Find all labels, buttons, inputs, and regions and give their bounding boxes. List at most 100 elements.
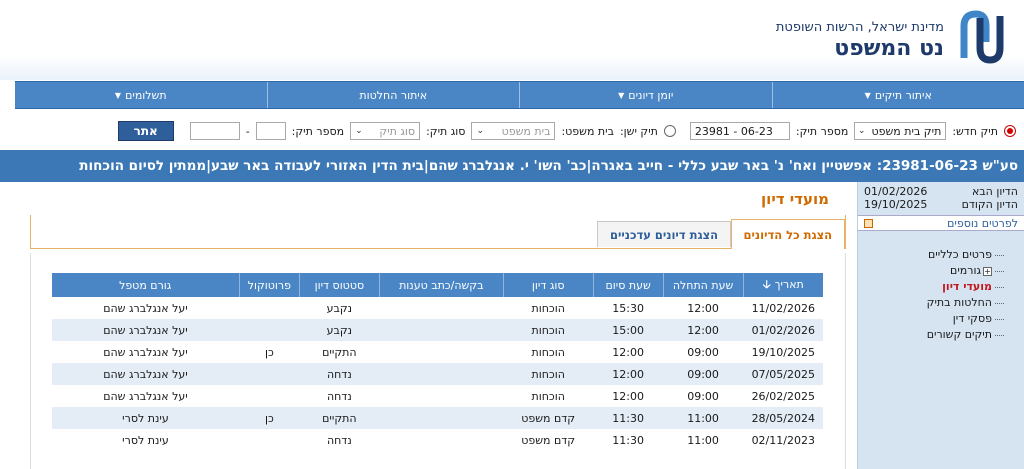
table-cell: קדם משפט xyxy=(521,433,576,447)
column-header-handler[interactable]: גורם מטפל xyxy=(51,273,240,297)
site-subtitle: מדינת ישראל, הרשות השופטת xyxy=(775,20,944,35)
new-case-label: תיק חדש: xyxy=(952,124,998,138)
nav-case-search[interactable]: איתור תיקים ▼ xyxy=(771,82,1024,108)
column-header-date[interactable]: תאריך🡣 xyxy=(742,273,823,297)
table-row[interactable]: 01/02/2026 12:00 15:00 הוכחות נקבע יעל אנגלבר… xyxy=(51,319,823,341)
caret-down-icon: ▼ xyxy=(114,90,122,100)
hearings-table-container: תאריך🡣 שעת התחלה שעת סיום סוג דיון בקשה/… xyxy=(30,253,846,469)
table-row[interactable]: 28/05/2024 11:00 11:30 קדם משפט התקיים כן עינת… xyxy=(51,407,823,429)
table-cell: 15:30 xyxy=(612,301,644,315)
table-cell xyxy=(239,385,299,407)
table-cell: יעל אנגלברג שהם xyxy=(51,319,240,341)
table-row[interactable]: 02/11/2023 11:00 11:30 קדם משפט נדחה עינת לסר… xyxy=(52,429,824,451)
tab-all-hearings[interactable]: הצגת כל הדיונים xyxy=(730,219,845,249)
tree-item-hearing-dates[interactable]: מועדי דיון xyxy=(858,279,1004,295)
table-cell: קדם משפט xyxy=(503,407,594,429)
table-cell: 01/02/2026 xyxy=(743,319,823,341)
hearings-table: תאריך🡣 שעת התחלה שעת סיום סוג דיון בקשה/… xyxy=(51,273,823,451)
table-cell: התקיים xyxy=(322,345,357,359)
tree-item-case-decisions[interactable]: החלטות בתיק xyxy=(858,295,1004,311)
case-nav-tree: פרטים כלליים +גורמים מועדי דיון החלטות ב… xyxy=(858,247,1004,343)
column-header-protocol[interactable]: פרוטוקול xyxy=(238,273,300,297)
site-name: נט המשפט xyxy=(834,36,944,61)
column-header-status[interactable]: סטטוס דיון xyxy=(298,273,380,297)
chevron-down-icon: ⌄ xyxy=(355,126,363,136)
case-number-input[interactable]: 23981 - 06-23 xyxy=(689,122,790,140)
table-cell: הוכחות xyxy=(531,389,565,403)
table-cell xyxy=(239,363,300,385)
sort-down-arrow-icon: 🡣 xyxy=(762,277,771,291)
case-type-label: סוג תיק: xyxy=(426,124,466,138)
net-hamishpat-logo[interactable] xyxy=(958,8,1006,66)
court-label: בית משפט: xyxy=(561,124,614,138)
table-cell xyxy=(379,363,504,385)
prev-hearing-date: 19/10/2025 xyxy=(864,198,928,211)
prev-hearing-label: הדיון הקודם xyxy=(961,198,1018,211)
table-cell: עינת לסרי xyxy=(122,433,169,447)
table-cell xyxy=(379,407,504,429)
nav-decisions-search[interactable]: איתור החלטות xyxy=(266,82,520,108)
table-header-row: תאריך🡣 שעת התחלה שעת סיום סוג דיון בקשה/… xyxy=(51,273,823,297)
nav-payments[interactable]: תשלומים ▼ xyxy=(15,82,267,108)
case-type-select[interactable]: סוג תיק ⌄ xyxy=(350,122,421,140)
table-cell: הוכחות xyxy=(503,319,594,341)
court-select[interactable]: בית משפט ⌄ xyxy=(471,122,556,140)
table-cell: 09:00 xyxy=(663,363,744,385)
case-number2-label: מספר תיק: xyxy=(291,124,345,138)
more-details-link[interactable]: לפרטים נוספים xyxy=(858,215,1024,231)
table-cell: 26/02/2025 xyxy=(751,389,815,403)
table-row[interactable]: 19/10/2025 09:00 12:00 הוכחות התקיים כן יעל אנ… xyxy=(52,341,824,363)
case-number2-part1-input[interactable] xyxy=(255,122,286,140)
expand-plus-icon[interactable]: + xyxy=(983,267,992,276)
table-cell: 09:00 xyxy=(687,345,719,359)
table-cell: יעל אנגלברג שהם xyxy=(103,389,188,403)
table-cell: כן xyxy=(264,345,274,359)
tab-current-hearings[interactable]: הצגת דיונים עדכניים xyxy=(596,221,731,247)
table-cell: כן xyxy=(239,407,300,429)
hearings-table-body: 11/02/2026 12:00 15:30 הוכחות נקבע יעל אנגלבר… xyxy=(51,297,824,451)
table-cell: עינת לסרי xyxy=(51,407,240,429)
tree-item-related-cases[interactable]: תיקים קשורים xyxy=(858,327,1004,343)
table-row[interactable]: 07/05/2025 09:00 12:00 הוכחות נדחה יעל אנגלבר… xyxy=(51,363,823,385)
main-nav: איתור תיקים ▼ יומן דיונים ▼ איתור החלטות ת… xyxy=(15,81,1024,109)
column-header-request[interactable]: בקשה/כתב טענות xyxy=(378,273,504,297)
table-row[interactable]: 26/02/2025 09:00 12:00 הוכחות נדחה יעל אנגלבר… xyxy=(52,385,824,407)
site-title: מדינת ישראל, הרשות השופטת נט המשפט xyxy=(776,20,944,62)
table-cell xyxy=(379,297,503,319)
table-cell: 11/02/2026 xyxy=(751,301,815,315)
table-cell: נקבע xyxy=(299,319,380,341)
table-cell: יעל אנגלברג שהם xyxy=(103,345,188,359)
nav-hearings-calendar[interactable]: יומן דיונים ▼ xyxy=(519,82,772,108)
old-case-radio[interactable] xyxy=(663,125,676,137)
section-title: מועדי דיון xyxy=(761,190,829,208)
tree-item-verdicts[interactable]: פסקי דין xyxy=(858,311,1004,327)
table-cell: הוכחות xyxy=(531,301,565,315)
table-cell: נדחה xyxy=(326,389,352,403)
table-cell: 09:00 xyxy=(687,389,719,403)
tree-item-general-details[interactable]: פרטים כלליים xyxy=(858,247,1004,263)
case-search-row: תיק חדש: תיק בית משפט ⌄ מספר תיק: 23981 -… xyxy=(16,120,1016,142)
table-cell: התקיים xyxy=(299,407,380,429)
table-cell xyxy=(379,319,504,341)
table-cell: 02/11/2023 xyxy=(751,433,815,447)
table-cell: 07/05/2025 xyxy=(743,363,823,385)
tree-item-parties[interactable]: +גורמים xyxy=(858,263,1004,279)
table-cell: 12:00 xyxy=(612,345,644,359)
table-cell: הוכחות xyxy=(503,363,594,385)
column-header-start-time[interactable]: שעת התחלה xyxy=(662,273,744,297)
next-hearing-label: הדיון הבא xyxy=(971,185,1018,198)
column-header-end-time[interactable]: שעת סיום xyxy=(592,273,664,297)
table-cell: יעל אנגלברג שהם xyxy=(51,363,240,385)
new-case-radio[interactable] xyxy=(1004,125,1016,137)
table-cell: 11:30 xyxy=(612,433,644,447)
hearing-dates: הדיון הבא 01/02/2026 הדיון הקודם 19/10/202… xyxy=(858,182,1024,211)
column-header-hearing-type[interactable]: סוג דיון xyxy=(502,273,594,297)
case-number2-part2-input[interactable] xyxy=(189,122,240,140)
court-type-select[interactable]: תיק בית משפט ⌄ xyxy=(854,122,947,140)
table-cell xyxy=(379,385,503,407)
search-go-button[interactable]: אתר xyxy=(117,121,174,141)
table-cell xyxy=(379,429,503,451)
table-cell: 11:00 xyxy=(687,433,719,447)
table-cell: 11:00 xyxy=(663,407,744,429)
table-row[interactable]: 11/02/2026 12:00 15:30 הוכחות נקבע יעל אנגלבר… xyxy=(52,297,824,319)
